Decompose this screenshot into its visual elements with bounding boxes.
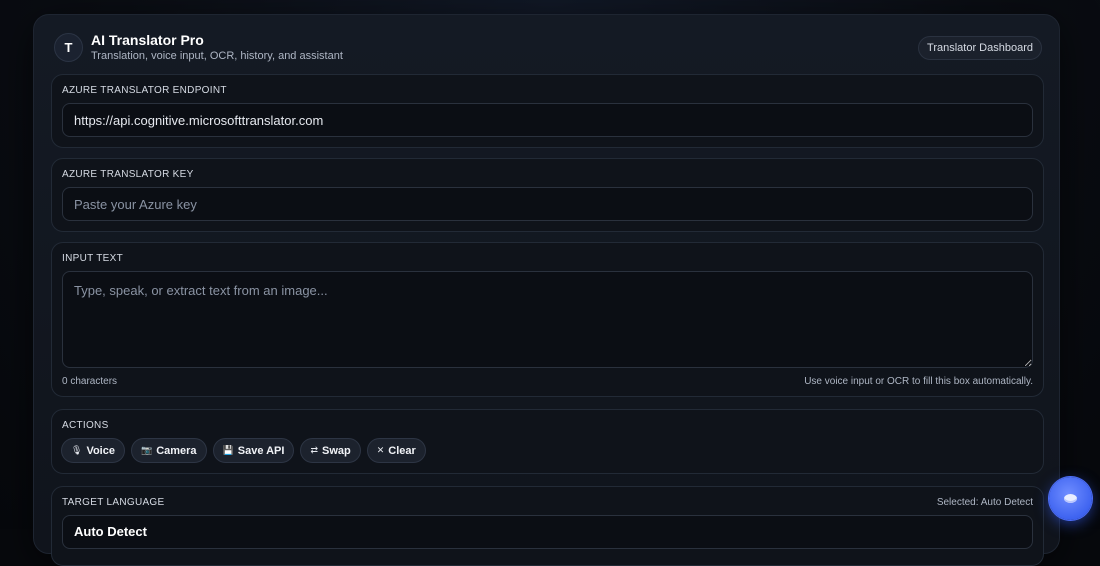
actions-panel: ACTIONS 🎙 Voice 📷 Camera 💾 Save API ⇄ Sw… [51, 409, 1044, 474]
selected-language-note: Selected: Auto Detect [936, 497, 1033, 508]
camera-button-label: Camera [156, 444, 197, 457]
translator-dashboard-badge[interactable]: Translator Dashboard [918, 36, 1042, 60]
swap-button[interactable]: ⇄ Swap [300, 438, 361, 463]
microphone-icon: 🎙 [71, 445, 83, 455]
close-icon: ✕ [376, 445, 385, 455]
app-header: T AI Translator Pro Translation, voice i… [54, 32, 1042, 64]
endpoint-input[interactable] [62, 103, 1033, 137]
endpoint-panel: AZURE TRANSLATOR ENDPOINT [51, 74, 1044, 148]
app-title: AI Translator Pro [91, 32, 204, 48]
actions-row: 🎙 Voice 📷 Camera 💾 Save API ⇄ Swap ✕ Cle… [61, 438, 426, 463]
translator-card: T AI Translator Pro Translation, voice i… [33, 14, 1060, 566]
target-language-select[interactable]: Auto Detect [62, 515, 1033, 549]
chat-bubble-icon [1064, 494, 1077, 503]
app-subtitle: Translation, voice input, OCR, history, … [91, 50, 343, 62]
app-logo: T [54, 33, 83, 62]
voice-button-label: Voice [86, 444, 115, 457]
input-textarea[interactable] [62, 271, 1033, 368]
swap-arrows-icon: ⇄ [310, 445, 318, 455]
target-language-panel: TARGET LANGUAGE Selected: Auto Detect Au… [51, 486, 1044, 566]
input-text-panel: INPUT TEXT 0 characters Use voice input … [51, 242, 1044, 397]
voice-button[interactable]: 🎙 Voice [61, 438, 125, 463]
target-language-label: TARGET LANGUAGE [62, 497, 165, 508]
assistant-chat-button[interactable] [1049, 477, 1092, 520]
key-input[interactable] [62, 187, 1033, 221]
save-api-button[interactable]: 💾 Save API [212, 438, 295, 463]
camera-icon: 📷 [140, 445, 153, 455]
input-hint: Use voice input or OCR to fill this box … [804, 376, 1033, 387]
input-text-label: INPUT TEXT [62, 253, 123, 264]
endpoint-label: AZURE TRANSLATOR ENDPOINT [62, 85, 227, 96]
camera-button[interactable]: 📷 Camera [130, 438, 207, 463]
swap-button-label: Swap [322, 444, 351, 457]
key-label: AZURE TRANSLATOR KEY [62, 169, 194, 180]
save-api-button-label: Save API [237, 444, 285, 457]
clear-button-label: Clear [388, 444, 416, 457]
floppy-disk-icon: 💾 [222, 445, 234, 455]
character-count: 0 characters [62, 376, 118, 387]
key-panel: AZURE TRANSLATOR KEY [51, 158, 1044, 232]
clear-button[interactable]: ✕ Clear [366, 438, 426, 463]
actions-label: ACTIONS [62, 420, 109, 431]
